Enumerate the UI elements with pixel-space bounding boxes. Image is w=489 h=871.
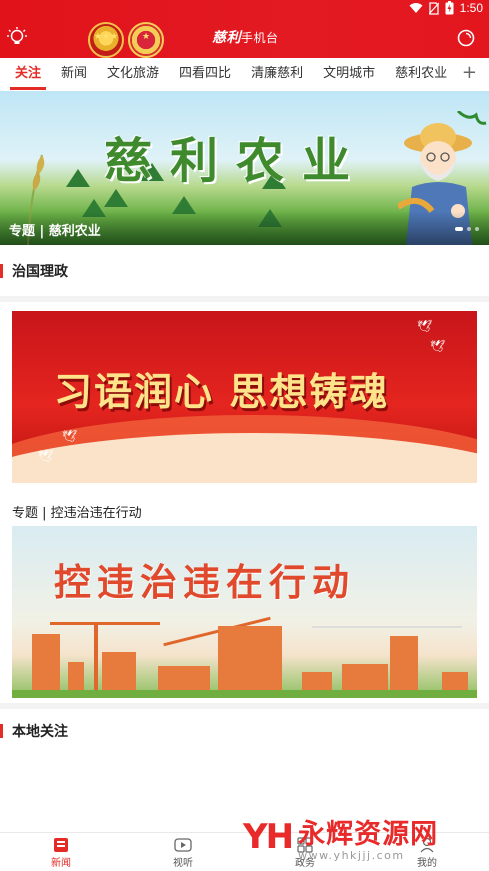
section-marker <box>0 264 3 278</box>
no-sim-icon <box>428 1 439 15</box>
search-icon[interactable] <box>455 27 477 49</box>
section-marker <box>0 724 3 738</box>
app-screen: 1:50 ★★★ ★ 慈利手机台 关注 新闻 文化旅游 四看四比 清廉慈利 文明… <box>0 0 489 871</box>
top-header: 1:50 ★★★ ★ 慈利手机台 <box>0 0 489 58</box>
national-emblem-icon[interactable]: ★★★ <box>88 22 124 58</box>
lightbulb-icon[interactable] <box>6 26 28 48</box>
building-shape <box>68 662 84 692</box>
watermark-name: 永辉资源网 <box>298 819 439 850</box>
banner-caption: 专题 | 慈利农业 <box>9 224 101 239</box>
carousel-indicator <box>455 227 479 231</box>
watermark: YH 永辉资源网 www.yhkjjj.com <box>243 812 438 862</box>
crane-arm <box>50 622 160 625</box>
building-shape <box>390 636 418 692</box>
status-bar: 1:50 <box>0 0 489 20</box>
watermark-logo: YH <box>243 817 294 857</box>
news-icon <box>54 838 68 852</box>
section-governance-title: 治国理政 <box>12 264 68 280</box>
app-title-sub: 手机台 <box>241 31 279 45</box>
building-shape <box>342 664 388 692</box>
thought-soul-banner[interactable]: 习语润心 思想铸魂 🕊 🕊 🕊 🕊 <box>12 311 477 483</box>
dove-icon: 🕊 <box>430 339 446 353</box>
carousel-dot <box>467 227 471 231</box>
category-tabs: 关注 新闻 文化旅游 四看四比 清廉慈利 文明城市 慈利农业 <box>0 58 489 90</box>
nav-video-label: 视听 <box>173 858 193 869</box>
building-shape <box>218 626 282 692</box>
dove-icon: 🕊 <box>417 319 433 333</box>
section-local-title: 本地关注 <box>12 724 68 740</box>
thought-soul-title: 习语润心 思想铸魂 <box>54 370 390 414</box>
building-shape <box>102 652 136 692</box>
banner-title: 慈利农业 <box>104 133 369 189</box>
nav-video[interactable]: 视听 <box>153 835 213 869</box>
grass-strip <box>12 690 477 698</box>
add-tab-button[interactable]: + <box>462 58 477 90</box>
cppcc-emblem-icon[interactable]: ★ <box>128 22 164 58</box>
tab-four-look[interactable]: 四看四比 <box>179 58 231 90</box>
status-time: 1:50 <box>459 1 483 15</box>
dove-icon: 🕊 <box>62 429 78 443</box>
anti-illegal-building-title: 控违治违在行动 <box>54 561 355 604</box>
carousel-dot-active <box>455 227 463 231</box>
building-shape <box>32 634 60 692</box>
tree-shape <box>104 189 128 207</box>
section-divider <box>0 296 489 302</box>
building-shape <box>158 666 210 692</box>
feature-banner[interactable]: 慈利农业 专题 | 慈利农业 <box>0 91 489 245</box>
app-title-main: 慈利 <box>212 31 241 46</box>
section-divider <box>0 703 489 709</box>
crane-tower <box>94 622 98 692</box>
tree-shape <box>66 169 90 187</box>
crane-arm <box>312 626 462 628</box>
carousel-dot <box>475 227 479 231</box>
section-governance-header: 治国理政 <box>0 261 68 281</box>
topic-label: 专题 | 控违治违在行动 <box>12 506 142 521</box>
dove-icon: 🕊 <box>38 449 54 463</box>
tab-civilized-city[interactable]: 文明城市 <box>323 58 375 90</box>
building-shape <box>442 672 468 692</box>
tab-cili-agriculture[interactable]: 慈利农业 <box>395 58 447 90</box>
battery-icon <box>445 1 454 15</box>
app-title: 慈利手机台 <box>212 27 279 47</box>
section-local-header: 本地关注 <box>0 721 68 741</box>
nav-news-label: 新闻 <box>51 858 71 869</box>
tab-clean-cili[interactable]: 清廉慈利 <box>251 58 303 90</box>
tab-news[interactable]: 新闻 <box>61 58 87 90</box>
anti-illegal-building-banner[interactable]: 控违治违在行动 <box>12 526 477 698</box>
tab-culture-tourism[interactable]: 文化旅游 <box>107 58 159 90</box>
tab-guanzhu[interactable]: 关注 <box>9 58 47 90</box>
nav-news[interactable]: 新闻 <box>31 835 91 869</box>
wifi-icon <box>409 3 423 13</box>
building-shape <box>302 672 332 692</box>
video-icon <box>174 838 192 852</box>
